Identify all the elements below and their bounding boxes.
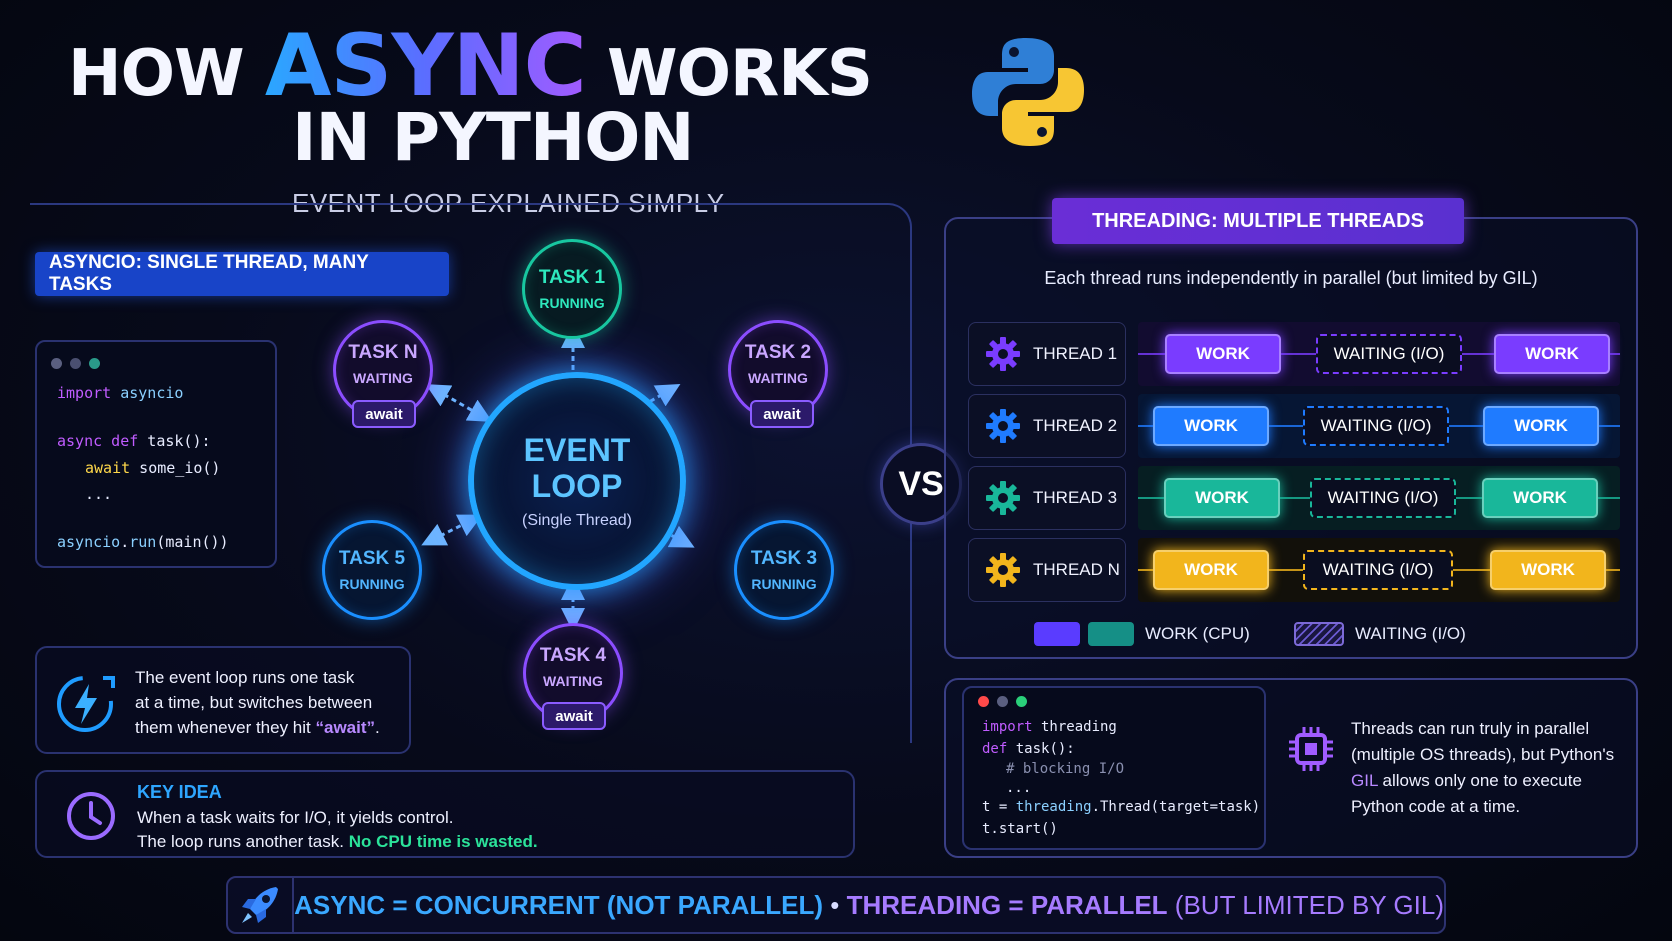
code-line-5: asyncio.run(main()) [57,533,229,551]
legend-wait-label: WAITING (I/O) [1355,624,1466,643]
event-loop-title-1: EVENT [523,432,631,468]
work-block: WORK [1483,406,1599,446]
waiting-block: WAITING (I/O) [1303,406,1449,446]
window-dots-threading [978,694,1035,712]
thread-note-line-1: Threads can run truly in parallel [1351,719,1590,738]
task-5-state: RUNNING [339,576,405,592]
thread-label-3: THREAD 3 [968,466,1126,530]
task-4-await-pill: await [542,702,606,730]
thread-label-1: THREAD 1 [968,322,1126,386]
waiting-block: WAITING (I/O) [1310,478,1456,518]
task-n-name: TASK N [348,342,418,363]
note-line-3: them whenever they hit “await”. [135,718,380,737]
work-block: WORK [1490,550,1606,590]
code-line-1: import asyncio [57,384,184,402]
thread-label-4: THREAD N [968,538,1126,602]
work-block: WORK [1482,478,1598,518]
work-block: WORK [1164,478,1280,518]
task-3-state: RUNNING [751,576,817,592]
work-block: WORK [1153,406,1269,446]
clock-icon [67,792,115,840]
task-1-state: RUNNING [539,295,605,311]
footer-rocket-cell [228,878,295,932]
legend-work-label: WORK (CPU) [1145,624,1250,643]
thread-name: THREAD 3 [1033,488,1118,507]
waiting-block: WAITING (I/O) [1316,334,1462,374]
task-2-name: TASK 2 [744,342,812,363]
legend-swatch-work-teal [1088,622,1134,646]
event-loop-title-2: LOOP [531,468,623,504]
waiting-block: WAITING (I/O) [1303,550,1453,590]
work-block: WORK [1165,334,1281,374]
work-block: WORK [1494,334,1610,374]
code-line-2: async def task(): [57,432,211,450]
gear-icon [986,481,1020,515]
key-idea-line-1: When a task waits for I/O, it yields con… [137,808,454,827]
footer-bar: ASYNC = CONCURRENT (NOT PARALLEL) • THRE… [226,876,1446,934]
task-3-circle: TASK 3 RUNNING [734,520,834,620]
page-title-line2: IN PYTHON [292,99,695,176]
rocket-icon [242,887,279,923]
gear-icon [986,409,1020,443]
work-block: WORK [1153,550,1269,590]
event-loop-note: The event loop runs one task at a time, … [35,646,411,754]
thread-label-2: THREAD 2 [968,394,1126,458]
task-1-name: TASK 1 [538,267,606,288]
key-idea-box: KEY IDEA When a task waits for I/O, it y… [35,770,855,858]
asyncio-badge: ASYNCIO: SINGLE THREAD, MANY TASKS [35,252,449,296]
key-idea-line-2: The loop runs another task. No CPU time … [137,832,538,851]
title-word-how: HOW [68,37,245,111]
note-line-1: The event loop runs one task [135,668,355,687]
lightning-icon [57,676,115,732]
cpu-chip-icon [1289,727,1333,771]
gear-icon [986,553,1020,587]
task-2-state: WAITING [748,370,808,386]
footer-summary: ASYNC = CONCURRENT (NOT PARALLEL) • THRE… [294,889,1444,920]
task-2-await-pill: await [750,400,814,428]
thread-code-line-1: import threading [982,719,1117,735]
thread-code-line-3: # blocking I/O [1006,761,1125,777]
key-idea-title: KEY IDEA [137,782,222,802]
task-5-name: TASK 5 [338,548,406,569]
legend-swatch-work-purple [1034,622,1080,646]
python-logo [972,38,1084,146]
note-line-2: at a time, but switches between [135,693,373,712]
threading-caption: Each thread runs independently in parall… [1044,268,1538,288]
thread-note-line-3: GIL allows only one to execute [1351,771,1582,790]
task-n-await-pill: await [352,400,416,428]
legend-swatch-wait [1294,622,1344,646]
thread-name: THREAD N [1033,560,1120,579]
thread-code-line-2: def task(): [982,741,1075,757]
window-dots [51,356,108,374]
thread-note-line-2: (multiple OS threads), but Python's [1351,745,1615,764]
code-line-3: await some_io() [85,459,221,477]
task-1-circle: TASK 1 RUNNING [522,239,622,339]
thread-code-line-6: t.start() [982,821,1058,837]
event-loop-circle: EVENT LOOP (Single Thread) [468,372,686,590]
thread-name: THREAD 2 [1033,416,1118,435]
event-loop-subtitle: (Single Thread) [522,512,632,529]
gear-icon [986,337,1020,371]
thread-code-line-4: ... [1006,780,1032,796]
threading-badge: THREADING: MULTIPLE THREADS [1052,198,1464,244]
thread-code-line-5: t = threading.Thread(target=task) [982,799,1261,815]
task-4-state: WAITING [543,673,603,689]
task-4-name: TASK 4 [539,645,607,666]
asyncio-code-box: import asyncio async def task(): await s… [35,340,277,568]
threading-code-box: import threading def task(): # blocking … [962,686,1266,850]
thread-name: THREAD 1 [1033,344,1118,363]
task-5-circle: TASK 5 RUNNING [322,520,422,620]
thread-note-line-4: Python code at a time. [1351,797,1521,816]
code-line-4: ... [85,485,113,503]
task-n-state: WAITING [353,370,413,386]
task-3-name: TASK 3 [750,548,818,569]
